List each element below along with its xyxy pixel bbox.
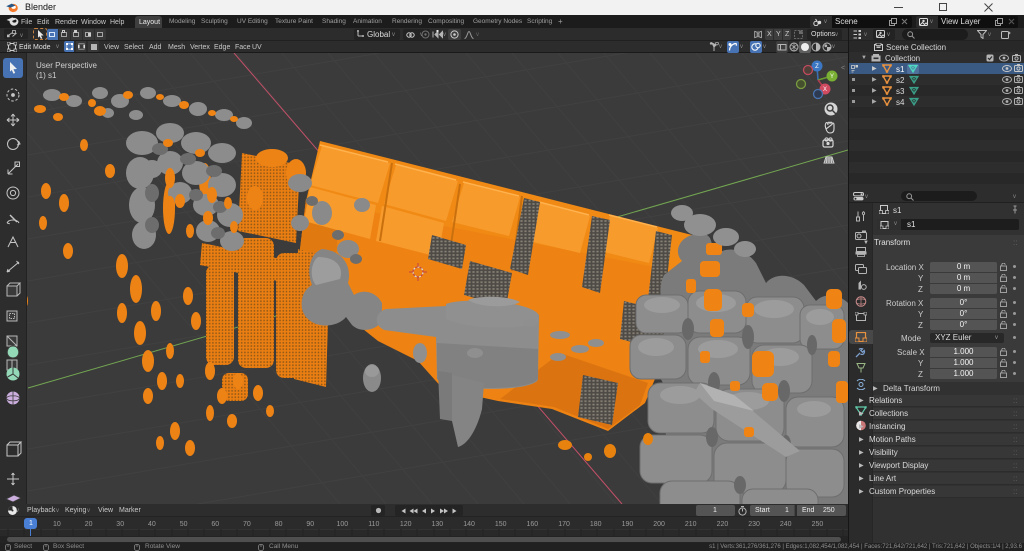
svg-text:X: X — [823, 87, 827, 93]
svg-text:Z: Z — [815, 64, 819, 70]
svg-text:Y: Y — [830, 74, 834, 80]
svg-text:<: < — [841, 65, 845, 72]
